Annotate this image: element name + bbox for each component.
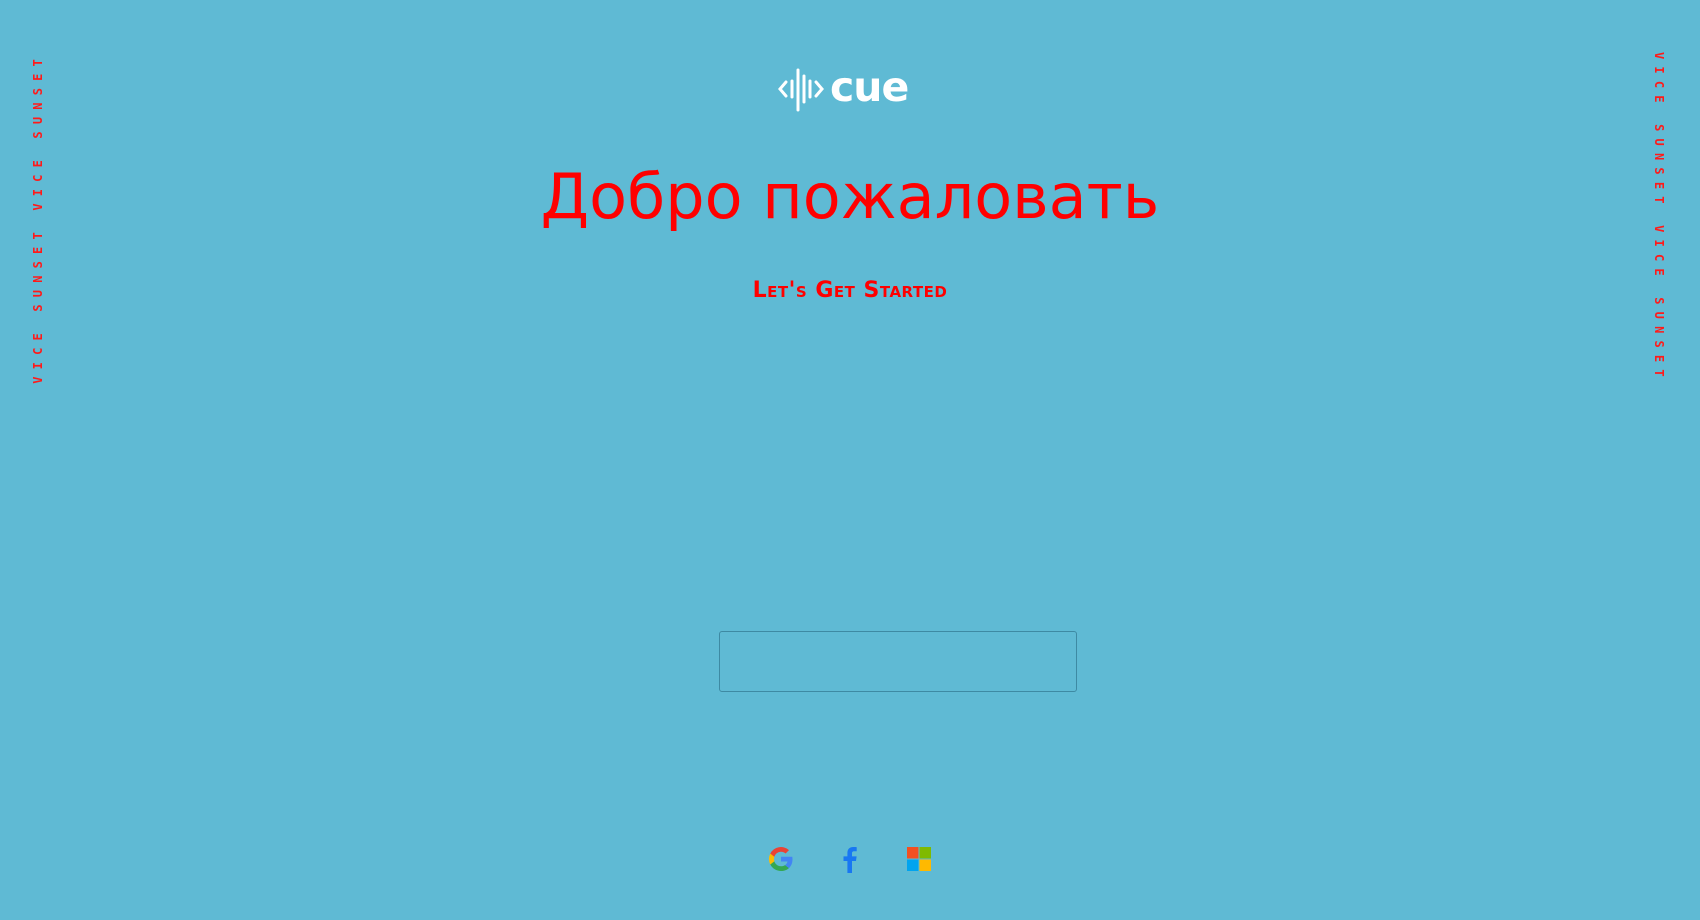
- facebook-login-button[interactable]: [833, 842, 867, 876]
- welcome-title: Добро пожаловать: [540, 160, 1160, 233]
- logo-wordmark: cue: [830, 62, 909, 111]
- microsoft-login-button[interactable]: [902, 842, 936, 876]
- cue-logo: cue: [778, 64, 920, 114]
- google-login-button[interactable]: [764, 842, 798, 876]
- google-icon: [768, 847, 793, 872]
- microsoft-icon: [907, 847, 931, 871]
- facebook-icon: [843, 847, 857, 873]
- welcome-subtitle: Let's Get Started: [752, 278, 948, 303]
- sound-wave-icon: [778, 68, 824, 112]
- login-input[interactable]: [719, 631, 1077, 692]
